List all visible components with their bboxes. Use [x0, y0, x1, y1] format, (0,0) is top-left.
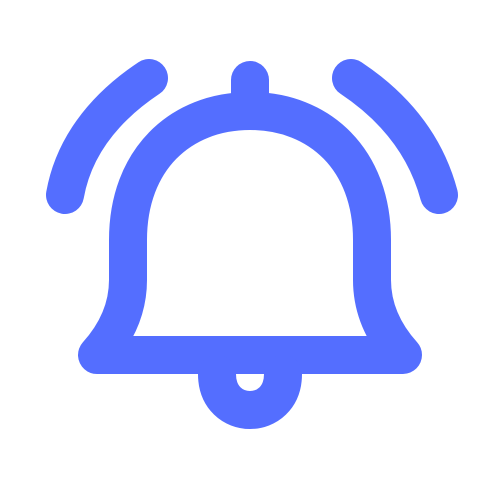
bell-clapper	[198, 355, 302, 429]
notification-bell-icon	[46, 59, 458, 429]
bell-body	[78, 92, 422, 374]
bell-icon-canvas	[0, 0, 500, 500]
